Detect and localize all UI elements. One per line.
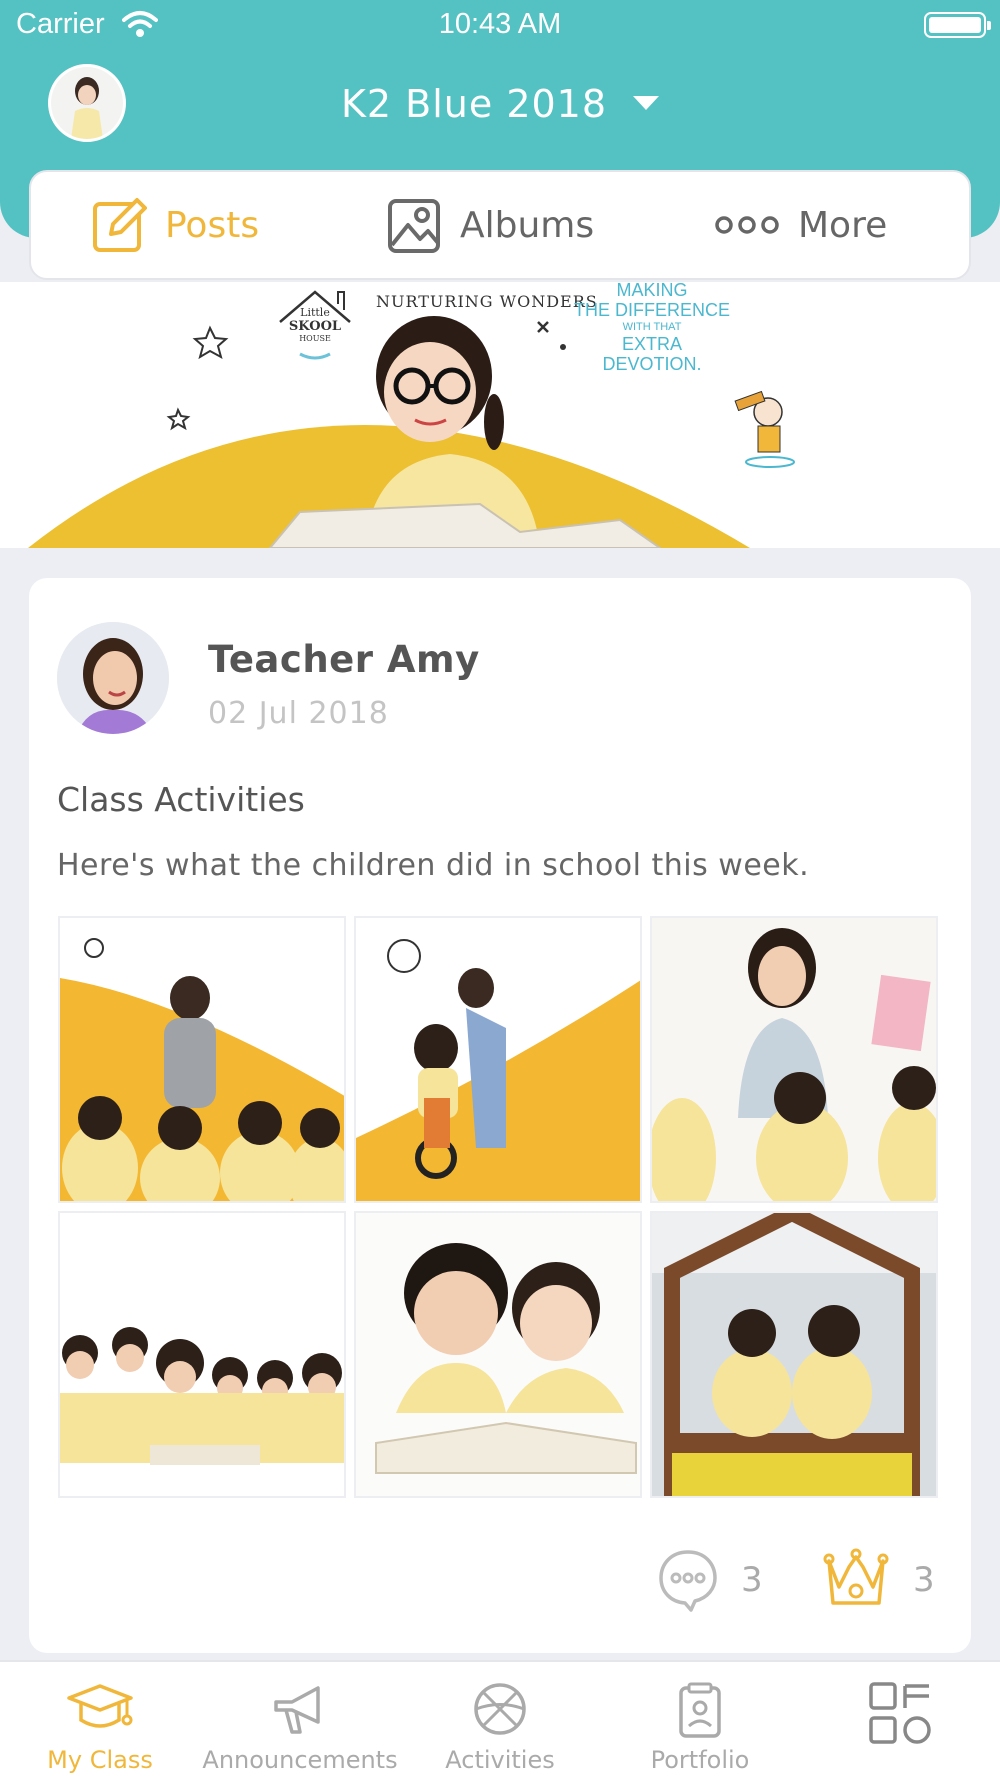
basketball-icon: [474, 1683, 526, 1735]
nav-portfolio-label: Portfolio: [650, 1746, 750, 1774]
tab-posts-label: Posts: [165, 204, 260, 246]
nav-my-class-label: My Class: [47, 1746, 153, 1774]
class-name: K2 Blue 2018: [340, 82, 608, 126]
post-title: Class Activities: [57, 780, 305, 819]
banner-tagline: NURTURING WONDERS: [376, 292, 598, 311]
crown-button[interactable]: 3: [821, 1545, 935, 1615]
post-photo[interactable]: [354, 1211, 642, 1498]
crowns-count: 3: [913, 1560, 935, 1600]
post-author: Teacher Amy: [208, 638, 480, 681]
post-photo[interactable]: [650, 1211, 938, 1498]
class-selector[interactable]: K2 Blue 2018: [0, 82, 1000, 126]
nav-activities[interactable]: Activities: [400, 1662, 600, 1778]
megaphone-icon: [274, 1686, 320, 1734]
bottom-nav: My Class Announcements Activities Portfo…: [0, 1660, 1000, 1778]
tab-albums[interactable]: Albums: [386, 172, 594, 278]
teacher-avatar[interactable]: [57, 622, 169, 734]
photo-grid: [58, 916, 938, 1498]
logo-house: HOUSE: [299, 334, 331, 343]
image-icon: [388, 199, 440, 253]
post-photo[interactable]: [650, 916, 938, 1203]
post-photo[interactable]: [58, 916, 346, 1203]
nav-activities-label: Activities: [445, 1746, 555, 1774]
battery-icon: [924, 12, 991, 38]
slogan-line-5: DEVOTION.: [602, 354, 701, 374]
nav-announcements-label: Announcements: [202, 1746, 398, 1774]
logo-little: Little: [300, 306, 330, 319]
comment-icon: [659, 1550, 717, 1612]
grid-menu-icon: [869, 1682, 931, 1744]
nav-my-class[interactable]: My Class: [0, 1662, 200, 1778]
slogan-line-2: THE DIFFERENCE: [574, 300, 730, 320]
tab-posts[interactable]: Posts: [91, 172, 259, 278]
portfolio-icon: [679, 1682, 721, 1738]
post-photo[interactable]: [354, 916, 642, 1203]
nav-menu[interactable]: [800, 1662, 1000, 1778]
post-photo[interactable]: [58, 1211, 346, 1498]
post-date: 02 Jul 2018: [208, 696, 389, 731]
tab-more-label: More: [798, 204, 888, 246]
tab-albums-label: Albums: [460, 204, 595, 246]
slogan-line-3: WITH THAT: [623, 321, 682, 333]
comments-button[interactable]: 3: [657, 1545, 763, 1615]
slogan-line-1: MAKING: [616, 282, 687, 300]
status-bar: Carrier 10:43 AM: [0, 0, 1000, 50]
graduation-cap-icon: [67, 1684, 133, 1728]
more-dots-icon: [715, 216, 779, 234]
clock: 10:43 AM: [438, 8, 562, 40]
logo-skool: SKOOL: [289, 319, 341, 334]
edit-icon: [93, 198, 147, 252]
school-banner: Little SKOOL HOUSE NURTURING WONDERS MAK…: [0, 282, 1000, 548]
chevron-down-icon: [633, 95, 660, 110]
slogan-line-4: EXTRA: [622, 334, 682, 354]
tab-more[interactable]: More: [714, 172, 887, 278]
nav-announcements[interactable]: Announcements: [200, 1662, 400, 1778]
nav-portfolio[interactable]: Portfolio: [600, 1662, 800, 1778]
comments-count: 3: [741, 1560, 763, 1600]
post-card[interactable]: Teacher Amy 02 Jul 2018 Class Activities…: [29, 578, 971, 1653]
section-tabs: Posts Albums More: [29, 170, 971, 280]
crown-icon: [823, 1548, 889, 1605]
post-body: Here's what the children did in school t…: [57, 848, 810, 883]
